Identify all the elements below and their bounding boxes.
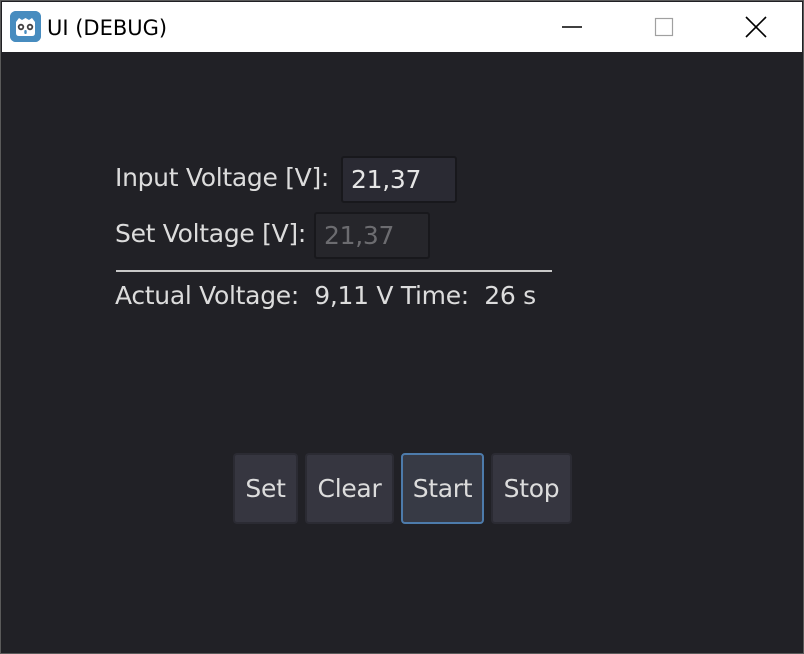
status-readout: Actual Voltage: 9,11 V Time: 26 s xyxy=(115,281,536,310)
stop-button[interactable]: Stop xyxy=(491,453,572,524)
minimize-icon xyxy=(562,26,582,28)
window-title: UI (DEBUG) xyxy=(47,16,168,40)
close-button[interactable] xyxy=(710,2,802,52)
client-area: Input Voltage [V]: 21,37 Set Voltage [V]… xyxy=(2,52,802,653)
app-window: UI (DEBUG) Input Voltage [V]: 21,37 Set … xyxy=(0,0,804,654)
set-voltage-label: Set Voltage [V]: xyxy=(115,219,306,248)
maximize-icon xyxy=(654,17,674,37)
close-icon xyxy=(745,16,767,38)
start-button[interactable]: Start xyxy=(401,453,484,524)
minimize-button[interactable] xyxy=(526,2,618,52)
maximize-button[interactable] xyxy=(618,2,710,52)
input-voltage-field[interactable]: 21,37 xyxy=(341,156,457,203)
separator xyxy=(116,270,552,272)
set-voltage-field: 21,37 xyxy=(314,212,430,259)
godot-icon xyxy=(10,11,41,42)
set-button[interactable]: Set xyxy=(233,453,298,524)
input-voltage-label: Input Voltage [V]: xyxy=(115,163,330,192)
clear-button[interactable]: Clear xyxy=(305,453,394,524)
title-bar[interactable]: UI (DEBUG) xyxy=(2,2,802,52)
